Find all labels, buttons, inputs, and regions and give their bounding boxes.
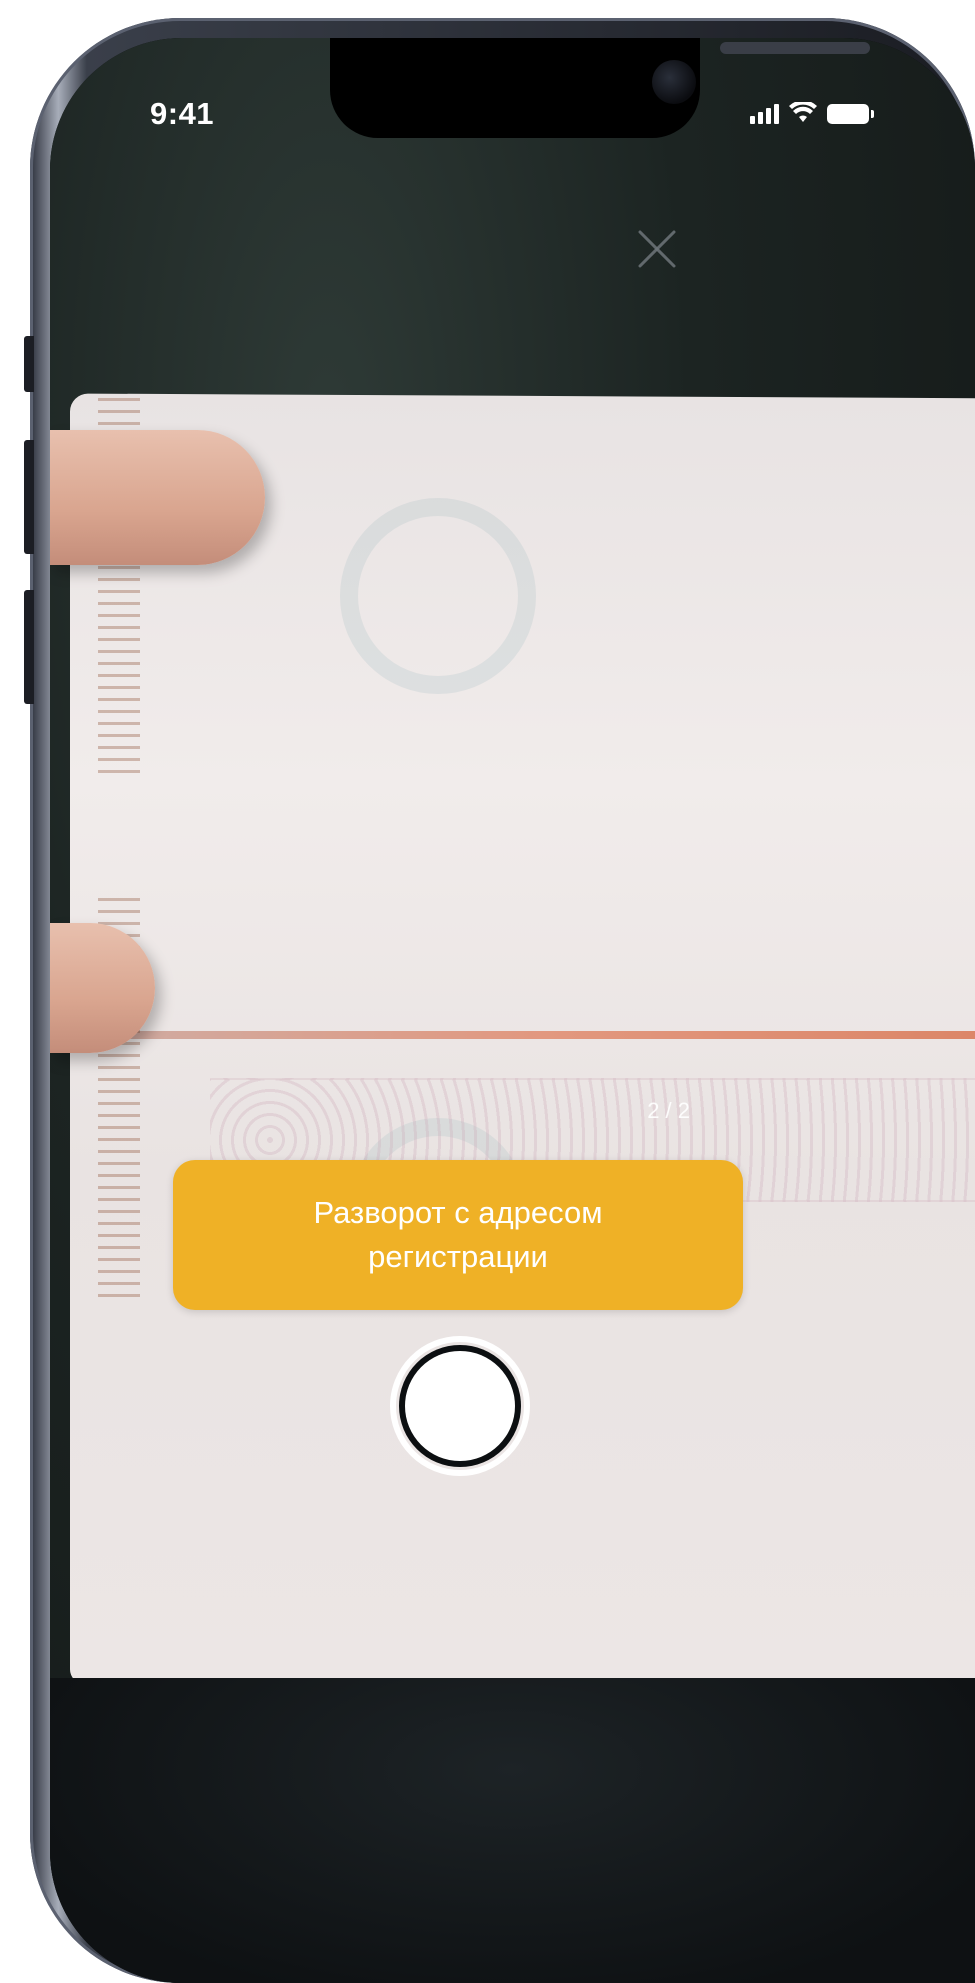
battery-icon — [827, 104, 874, 124]
wifi-icon — [789, 102, 817, 122]
shutter-inner[interactable] — [405, 1351, 515, 1461]
status-icons — [750, 102, 874, 124]
speaker — [720, 42, 870, 54]
mute-switch — [24, 336, 34, 392]
passport-fold — [70, 1031, 975, 1039]
notch — [330, 38, 870, 138]
shutter-button[interactable] — [390, 1336, 530, 1476]
volume-up-button — [24, 440, 34, 554]
front-camera — [652, 60, 696, 104]
camera-background-bottom — [50, 1678, 975, 1983]
signal-icon — [750, 102, 779, 124]
close-icon[interactable] — [632, 224, 682, 274]
watermark-emblem-top — [340, 498, 536, 694]
finger-top — [50, 430, 265, 565]
status-time: 9:41 — [150, 96, 215, 131]
hint-text: Разворот с адресом регистрации — [313, 1195, 603, 1274]
page-counter: 2 / 2 — [647, 1098, 690, 1123]
volume-down-button — [24, 590, 34, 704]
screen: 9:41 2 / 2 Разворот с адресом регистраци… — [50, 38, 975, 1983]
hint-card: Разворот с адресом регистрации — [173, 1160, 743, 1310]
